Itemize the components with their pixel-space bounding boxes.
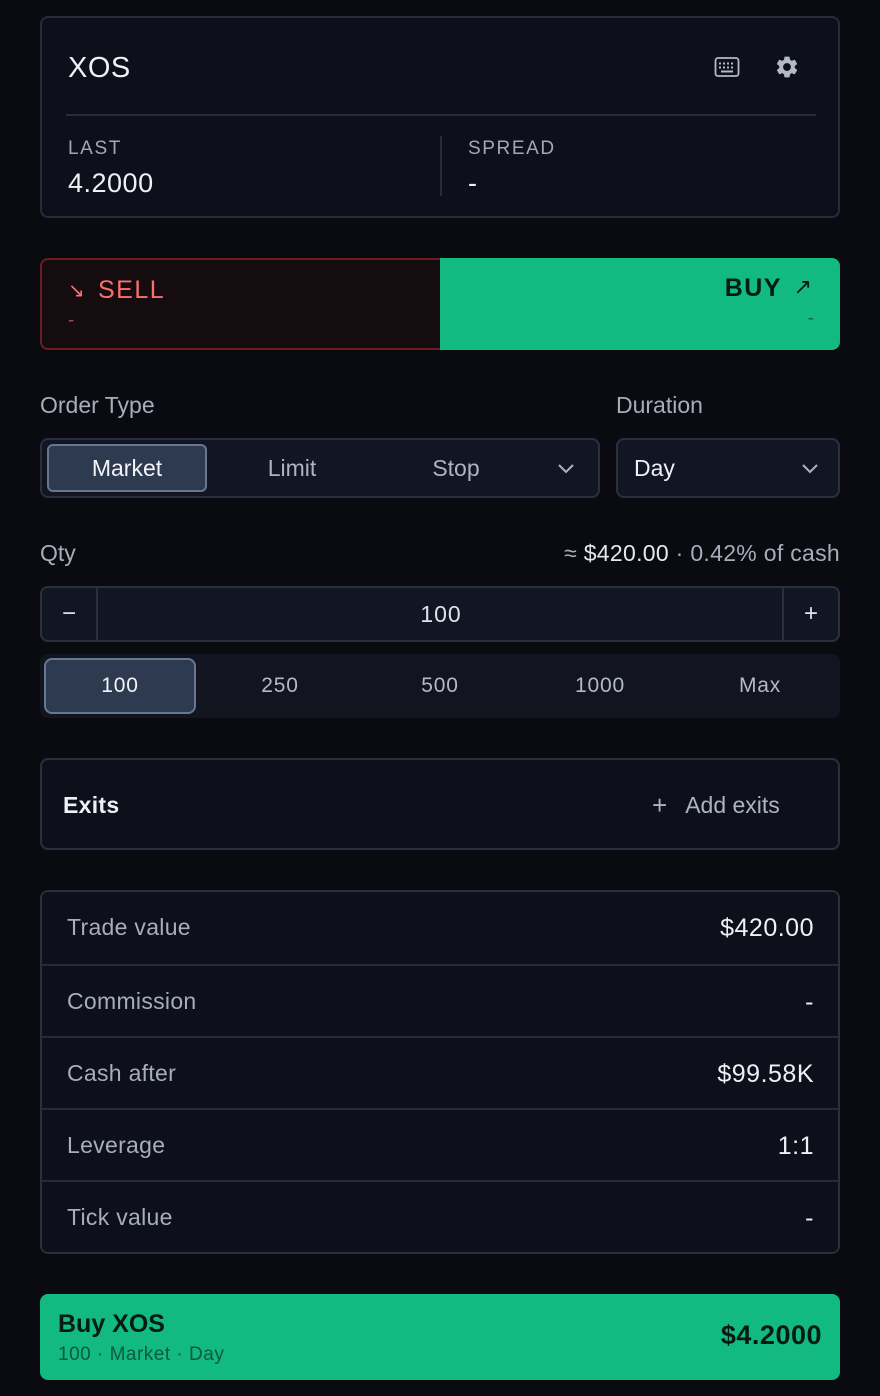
order-type-limit[interactable]: Limit [212,444,372,492]
submit-title: Buy XOS [58,1310,165,1338]
summary-row-tick-value: Tick value - [42,1180,838,1252]
summary-row-cash-after: Cash after $99.58K [42,1036,838,1108]
summary-label: Tick value [67,1204,173,1230]
sell-label: SELL [98,276,166,304]
summary-value: 1:1 [777,1132,814,1160]
qty-preset-1000[interactable]: 1000 [524,658,676,714]
qty-preset-500[interactable]: 500 [364,658,516,714]
order-type-market[interactable]: Market [47,444,207,492]
qty-preset-max[interactable]: Max [684,658,836,714]
chevron-down-icon [796,454,824,482]
summary-label: Cash after [67,1060,177,1086]
qty-label: Qty [40,540,76,566]
add-exits-button[interactable]: + Add exits [652,788,780,822]
duration-label: Duration [616,392,703,418]
summary-row-leverage: Leverage 1:1 [42,1108,838,1180]
qty-decrement-button[interactable]: − [42,588,98,640]
sell-price: - [68,310,75,331]
last-price-value: 4.2000 [68,168,154,198]
qty-preset-250[interactable]: 250 [204,658,356,714]
last-price-label: LAST [68,138,122,159]
submit-price: $4.2000 [720,1320,822,1350]
order-type-selector: Market Limit Stop [40,438,600,498]
chevron-down-icon [558,464,574,474]
add-exits-label: Add exits [685,791,780,818]
exits-panel: Exits + Add exits [40,758,840,850]
approx-symbol: ≈ [564,540,577,566]
arrow-down-right-icon: ↘ [68,280,85,302]
exits-label: Exits [63,792,120,818]
plus-icon: + [652,789,668,820]
qty-presets: 100 250 500 1000 Max [40,654,840,718]
summary-row-commission: Commission - [42,964,838,1036]
duration-select[interactable]: Day [616,438,840,498]
approx-value: $420.00 [583,540,669,566]
spread-value: - [468,168,478,198]
spread-label: SPREAD [468,138,556,159]
symbol-title: XOS [68,52,131,84]
summary-label: Trade value [67,914,191,940]
arrow-up-right-icon: ↗ [793,274,812,299]
stat-divider [440,136,442,196]
keyboard-shortcuts-button[interactable] [709,49,745,85]
quantity-stepper: − + [40,586,840,642]
submit-subtitle: 100 · Market · Day [58,1344,225,1365]
order-type-label: Order Type [40,392,155,418]
duration-value: Day [634,455,675,481]
order-type-stop[interactable]: Stop [376,444,536,492]
header-divider [66,114,816,116]
pct-of-cash: 0.42% of cash [690,540,840,566]
qty-estimate: ≈ $420.00 · 0.42% of cash [564,540,840,567]
summary-value: $99.58K [717,1060,814,1088]
submit-order-button[interactable]: Buy XOS 100 · Market · Day $4.2000 [40,1294,840,1380]
summary-value: - [805,988,814,1016]
summary-value: - [805,1204,814,1232]
summary-row-trade-value: Trade value $420.00 [42,892,838,964]
summary-value: $420.00 [720,914,814,942]
summary-label: Leverage [67,1132,166,1158]
instrument-header: XOS LAST 4.2000 SPREAD - [40,16,840,218]
buy-label: BUY [724,274,782,302]
buy-button[interactable]: BUY ↗ - [440,258,840,350]
qty-preset-100[interactable]: 100 [44,658,196,714]
order-type-more-button[interactable] [552,454,580,482]
sell-button[interactable]: ↘ SELL - [40,258,442,350]
keyboard-icon [714,57,740,77]
settings-button[interactable] [769,49,805,85]
buy-price: - [807,308,814,329]
gear-icon [776,56,798,78]
qty-increment-button[interactable]: + [782,588,838,640]
order-summary: Trade value $420.00 Commission - Cash af… [40,890,840,1254]
qty-input[interactable] [100,588,782,640]
estimate-separator: · [675,540,684,566]
summary-label: Commission [67,988,197,1014]
